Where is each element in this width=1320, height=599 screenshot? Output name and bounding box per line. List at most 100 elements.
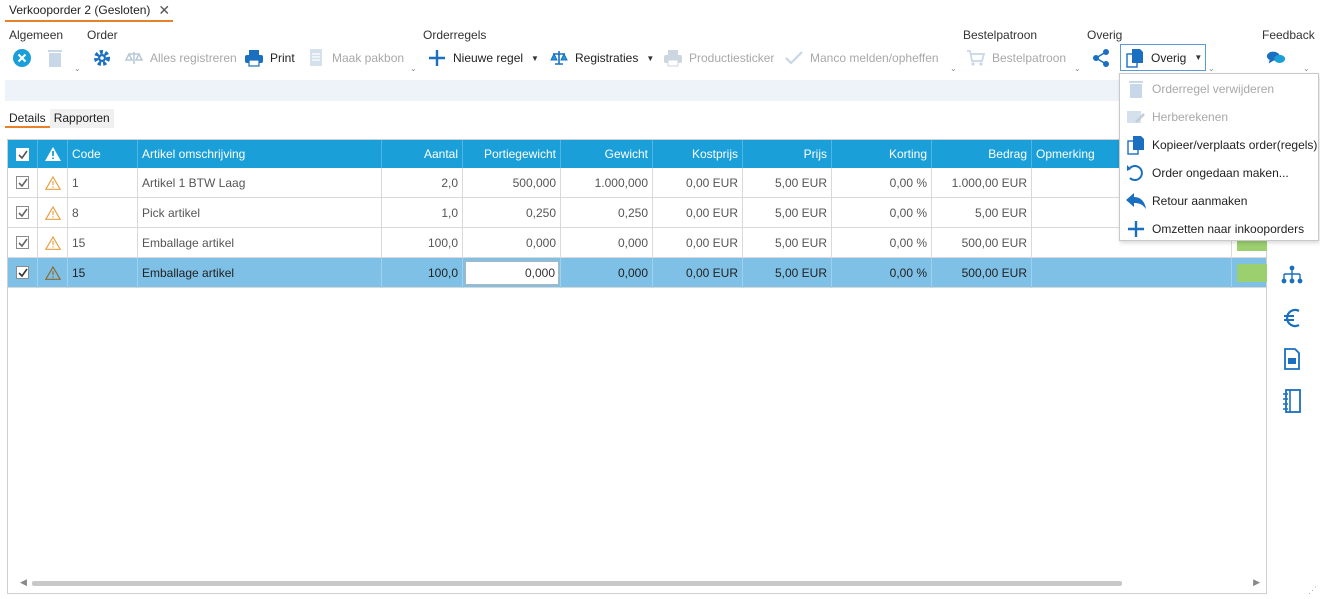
cell-gewicht[interactable]: 1.000,000 [561, 168, 653, 198]
resize-grip-icon[interactable]: ⋰ [1308, 585, 1317, 596]
cell-korting[interactable]: 0,00 % [832, 258, 932, 288]
cell-gewicht[interactable]: 0,000 [561, 228, 653, 258]
bestelpatroon-button[interactable]: Bestelpatroon [966, 44, 1066, 72]
close-order-button[interactable] [12, 44, 38, 72]
scroll-right-icon[interactable]: ▶ [1253, 577, 1260, 588]
cell-prijs[interactable]: 5,00 EUR [743, 168, 832, 198]
maak-pakbon-button[interactable]: Maak pakbon [306, 44, 404, 72]
alles-registreren-button[interactable]: Alles registreren [124, 44, 237, 72]
cell-prijs[interactable]: 5,00 EUR [743, 258, 832, 288]
cell-prijs[interactable]: 5,00 EUR [743, 228, 832, 258]
column-header-kostprijs[interactable]: Kostprijs [653, 140, 743, 168]
productiesticker-button[interactable]: Productiesticker [663, 44, 774, 72]
cell-bedrag[interactable]: 500,00 EUR [932, 228, 1032, 258]
dropdown-arrow-icon[interactable]: ⌄ [1074, 64, 1081, 73]
row-select-cell[interactable] [8, 228, 38, 258]
cell-aantal[interactable]: 100,0 [382, 228, 463, 258]
cell-prijs[interactable]: 5,00 EUR [743, 198, 832, 228]
cell-omschrijving[interactable]: Emballage artikel [138, 228, 382, 258]
cell-kostprijs[interactable]: 0,00 EUR [653, 258, 743, 288]
document-tab[interactable]: Verkooporder 2 (Gesloten) ✕ [5, 2, 174, 22]
table-row-selected[interactable]: 15 Emballage artikel 100,0 0,000 0,000 0… [8, 258, 1266, 288]
cell-omschrijving[interactable]: Emballage artikel [138, 258, 382, 288]
row-select-cell[interactable] [8, 198, 38, 228]
nieuwe-regel-button[interactable]: Nieuwe regel ▼ [427, 44, 539, 72]
cell-portiegewicht[interactable]: 500,000 [463, 168, 561, 198]
row-checkbox[interactable] [16, 266, 29, 279]
chevron-down-icon[interactable]: ▼ [531, 54, 539, 63]
column-header-aantal[interactable]: Aantal [382, 140, 463, 168]
row-checkbox[interactable] [16, 176, 29, 189]
cell-gewicht[interactable]: 0,250 [561, 198, 653, 228]
cell-korting[interactable]: 0,00 % [832, 228, 932, 258]
cell-portiegewicht-editor[interactable]: 0,000 [463, 258, 561, 288]
cell-korting[interactable]: 0,00 % [832, 168, 932, 198]
column-header-portiegewicht[interactable]: Portiegewicht [463, 140, 561, 168]
menu-item-retour-aanmaken[interactable]: Retour aanmaken [1120, 187, 1318, 215]
cell-omschrijving[interactable]: Pick artikel [138, 198, 382, 228]
menu-item-kopieer-verplaats[interactable]: Kopieer/verplaats order(regels) [1120, 131, 1318, 159]
cell-code[interactable]: 15 [68, 258, 138, 288]
cell-aantal[interactable]: 1,0 [382, 198, 463, 228]
select-all-checkbox[interactable] [16, 148, 29, 161]
dropdown-arrow-icon[interactable]: ⌄ [410, 64, 417, 73]
select-all-cell[interactable] [8, 140, 38, 168]
column-header-bedrag[interactable]: Bedrag [932, 140, 1032, 168]
column-header-korting[interactable]: Korting [832, 140, 932, 168]
cell-korting[interactable]: 0,00 % [832, 198, 932, 228]
chevron-down-icon[interactable]: ▼ [646, 54, 654, 63]
overig-dropdown-button[interactable]: Overig ▼ [1120, 44, 1206, 71]
workflow-icon[interactable] [1280, 263, 1304, 287]
menu-item-omzetten-inkooporders[interactable]: Omzetten naar inkooporders [1120, 215, 1318, 243]
table-row[interactable]: 1 Artikel 1 BTW Laag 2,0 500,000 1.000,0… [8, 168, 1266, 198]
row-checkbox[interactable] [16, 206, 29, 219]
delete-order-button[interactable] [45, 44, 71, 72]
manco-button[interactable]: Manco melden/opheffen [784, 44, 939, 72]
dropdown-arrow-icon[interactable]: ⌄ [950, 64, 957, 73]
cell-bedrag[interactable]: 5,00 EUR [932, 198, 1032, 228]
horizontal-scrollbar[interactable]: ◀ ▶ [20, 577, 1260, 588]
order-settings-button[interactable] [92, 44, 118, 72]
column-header-prijs[interactable]: Prijs [743, 140, 832, 168]
tab-details[interactable]: Details [5, 109, 50, 128]
menu-item-herberekenen[interactable]: Herberekenen [1120, 103, 1318, 131]
document-icon[interactable] [1280, 347, 1304, 371]
row-select-cell[interactable] [8, 258, 38, 288]
menu-item-order-ongedaan[interactable]: Order ongedaan maken... [1120, 159, 1318, 187]
close-icon[interactable]: ✕ [158, 3, 170, 17]
row-checkbox[interactable] [16, 236, 29, 249]
scrollbar-thumb[interactable] [32, 581, 1122, 586]
cell-kostprijs[interactable]: 0,00 EUR [653, 228, 743, 258]
cell-code[interactable]: 8 [68, 198, 138, 228]
cell-code[interactable]: 15 [68, 228, 138, 258]
cell-kostprijs[interactable]: 0,00 EUR [653, 198, 743, 228]
cell-gewicht[interactable]: 0,000 [561, 258, 653, 288]
cell-code[interactable]: 1 [68, 168, 138, 198]
registraties-button[interactable]: Registraties ▼ [549, 44, 654, 72]
menu-item-orderregel-verwijderen[interactable]: Orderregel verwijderen [1120, 75, 1318, 103]
cell-aantal[interactable]: 100,0 [382, 258, 463, 288]
dropdown-arrow-icon[interactable]: ⌄ [1208, 64, 1215, 73]
scroll-left-icon[interactable]: ◀ [20, 577, 27, 588]
cell-omschrijving[interactable]: Artikel 1 BTW Laag [138, 168, 382, 198]
column-header-omschrijving[interactable]: Artikel omschrijving [138, 140, 382, 168]
column-header-code[interactable]: Code [68, 140, 138, 168]
cell-opmerking[interactable] [1032, 258, 1232, 288]
row-select-cell[interactable] [8, 168, 38, 198]
dropdown-arrow-icon[interactable]: ⌄ [74, 64, 81, 73]
share-button[interactable] [1091, 44, 1117, 72]
cell-portiegewicht[interactable]: 0,250 [463, 198, 561, 228]
cell-aantal[interactable]: 2,0 [382, 168, 463, 198]
cell-kostprijs[interactable]: 0,00 EUR [653, 168, 743, 198]
column-header-gewicht[interactable]: Gewicht [561, 140, 653, 168]
table-row[interactable]: 8 Pick artikel 1,0 0,250 0,250 0,00 EUR … [8, 198, 1266, 228]
cell-bedrag[interactable]: 500,00 EUR [932, 258, 1032, 288]
tab-rapporten[interactable]: Rapporten [49, 109, 114, 128]
euro-icon[interactable] [1280, 306, 1304, 330]
feedback-button[interactable] [1266, 44, 1292, 72]
cell-portiegewicht[interactable]: 0,000 [463, 228, 561, 258]
dropdown-arrow-icon[interactable]: ⌄ [1303, 64, 1310, 73]
notebook-icon[interactable] [1280, 389, 1304, 413]
portiegewicht-input[interactable]: 0,000 [465, 261, 559, 285]
table-row[interactable]: 15 Emballage artikel 100,0 0,000 0,000 0… [8, 228, 1266, 258]
